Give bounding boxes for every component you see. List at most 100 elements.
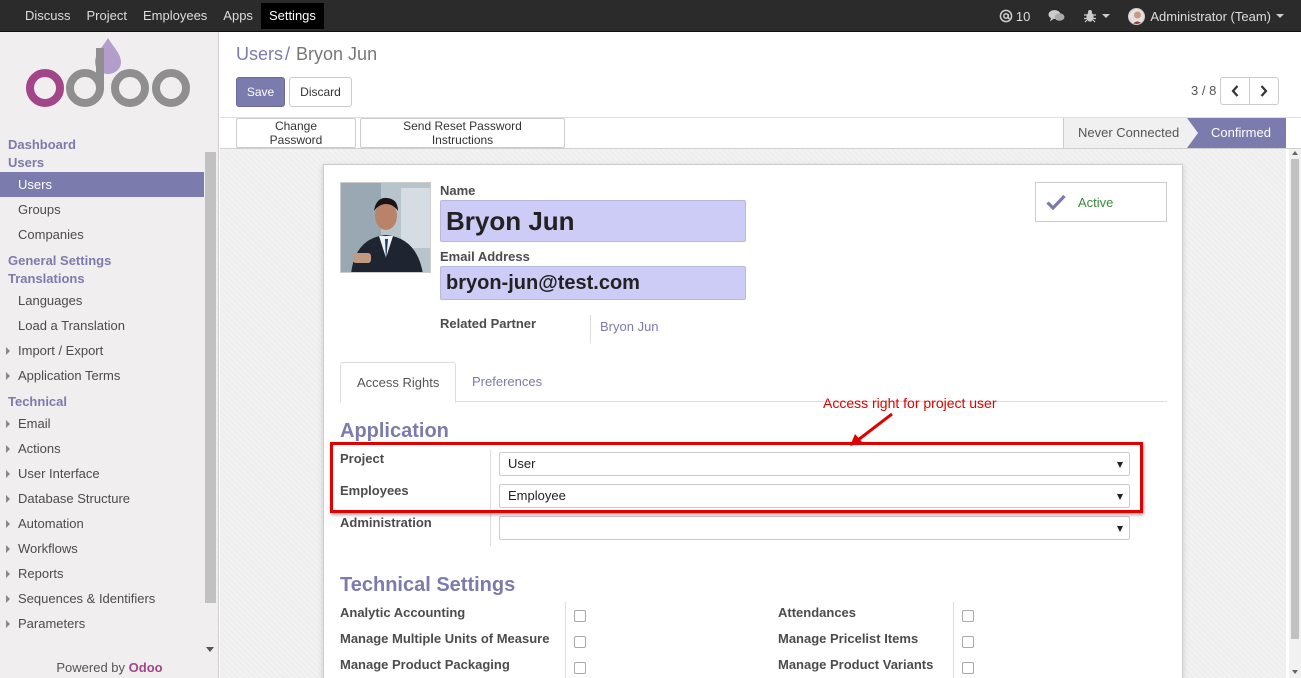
pager-previous-button[interactable] xyxy=(1220,77,1250,105)
product-packaging-label: Manage Product Packaging xyxy=(340,657,510,672)
caret-right-icon xyxy=(6,620,10,628)
chevron-right-icon xyxy=(1260,85,1268,97)
sidebar-item-workflows[interactable]: Workflows xyxy=(0,536,204,561)
sidebar-item-label: User Interface xyxy=(18,466,100,481)
sidebar-item-groups[interactable]: Groups xyxy=(0,197,204,222)
name-field[interactable]: Bryon Jun xyxy=(440,200,746,242)
send-reset-password-button[interactable]: Send Reset Password Instructions xyxy=(360,118,565,148)
email-field[interactable]: bryon-jun@test.com xyxy=(440,266,746,300)
attendances-label: Attendances xyxy=(778,605,857,620)
dropdown-arrow-icon xyxy=(1117,526,1123,532)
mentions-button[interactable]: 10 xyxy=(990,0,1039,32)
breadcrumb: Users / Bryon Jun xyxy=(236,44,377,65)
nav-section-technical[interactable]: Technical xyxy=(0,393,204,411)
chevron-down-icon xyxy=(1102,14,1111,18)
debug-menu[interactable] xyxy=(1074,0,1119,32)
menu-employees[interactable]: Employees xyxy=(135,3,215,29)
powered-by-brand[interactable]: Odoo xyxy=(129,660,163,675)
sidebar-item-email[interactable]: Email xyxy=(0,411,204,436)
menu-settings[interactable]: Settings xyxy=(260,3,324,29)
sidebar-item-languages[interactable]: Languages xyxy=(0,288,204,313)
annotation-highlight-box xyxy=(330,442,1143,513)
menu-apps[interactable]: Apps xyxy=(215,3,261,29)
user-photo[interactable] xyxy=(340,182,431,273)
pricelist-items-checkbox[interactable] xyxy=(962,636,974,648)
sidebar-item-import-export[interactable]: Import / Export xyxy=(0,338,204,363)
caret-right-icon xyxy=(6,495,10,503)
stage-never-connected[interactable]: Never Connected xyxy=(1063,118,1187,148)
breadcrumb-users[interactable]: Users xyxy=(236,44,283,64)
settings-nav: Dashboard Users Users Groups Companies G… xyxy=(0,136,204,636)
at-icon xyxy=(999,9,1013,23)
attendances-checkbox[interactable] xyxy=(962,610,974,622)
change-password-button[interactable]: Change Password xyxy=(236,118,356,148)
analytic-accounting-checkbox[interactable] xyxy=(574,610,586,622)
sidebar-item-users[interactable]: Users xyxy=(0,172,204,197)
caret-right-icon xyxy=(6,570,10,578)
sidebar-item-actions[interactable]: Actions xyxy=(0,436,204,461)
sidebar-item-database-structure[interactable]: Database Structure xyxy=(0,486,204,511)
sidebar-item-parameters[interactable]: Parameters xyxy=(0,611,204,636)
nav-section-general-settings[interactable]: General Settings xyxy=(0,252,204,270)
sidebar-item-label: Actions xyxy=(18,441,61,456)
scrollbar-thumb[interactable] xyxy=(1291,159,1299,639)
sidebar-item-user-interface[interactable]: User Interface xyxy=(0,461,204,486)
sidebar-item-reports[interactable]: Reports xyxy=(0,561,204,586)
menu-discuss[interactable]: Discuss xyxy=(17,3,79,29)
stage-confirmed-label: Confirmed xyxy=(1211,125,1271,140)
product-packaging-checkbox[interactable] xyxy=(574,662,586,674)
powered-by: Powered by Odoo xyxy=(0,660,219,675)
tab-preferences[interactable]: Preferences xyxy=(456,362,558,403)
avatar xyxy=(1128,7,1146,25)
menu-project[interactable]: Project xyxy=(79,3,135,29)
nav-section-translations[interactable]: Translations xyxy=(0,270,204,288)
sidebar-item-label: Reports xyxy=(18,566,64,581)
notebook-tabs: Access Rights Preferences xyxy=(340,362,1167,403)
scroll-down-icon[interactable] xyxy=(206,647,214,652)
sidebar-item-companies[interactable]: Companies xyxy=(0,222,204,247)
active-label: Active xyxy=(1078,194,1114,210)
sidebar-item-sequences[interactable]: Sequences & Identifiers xyxy=(0,586,204,611)
name-label: Name xyxy=(440,183,476,198)
multiple-uom-checkbox[interactable] xyxy=(574,636,586,648)
product-variants-checkbox[interactable] xyxy=(962,662,974,674)
chat-bubbles-icon xyxy=(1048,10,1065,22)
active-toggle-button[interactable]: Active xyxy=(1035,182,1167,222)
mentions-count: 10 xyxy=(1015,8,1031,24)
save-button[interactable]: Save xyxy=(236,77,285,107)
sidebar-item-label: Database Structure xyxy=(18,491,131,506)
discard-button[interactable]: Discard xyxy=(289,77,352,107)
nav-section-dashboard[interactable]: Dashboard xyxy=(0,136,204,154)
caret-right-icon xyxy=(6,372,10,380)
field-separator xyxy=(565,602,566,678)
administration-label: Administration xyxy=(340,515,432,530)
systray: 10 Administrator (Team) xyxy=(990,0,1293,32)
user-menu[interactable]: Administrator (Team) xyxy=(1119,0,1293,32)
sidebar-item-label: Application Terms xyxy=(18,368,121,383)
chevron-left-icon xyxy=(1231,85,1239,97)
sidebar-item-load-translation[interactable]: Load a Translation xyxy=(0,313,204,338)
tab-access-rights[interactable]: Access Rights xyxy=(340,362,457,403)
product-variants-label: Manage Product Variants xyxy=(778,657,934,672)
sidebar-item-label: Sequences & Identifiers xyxy=(18,591,156,606)
nav-section-users[interactable]: Users xyxy=(0,154,204,172)
sidebar-item-automation[interactable]: Automation xyxy=(0,511,204,536)
main-scrollbar[interactable] xyxy=(1289,149,1301,678)
caret-right-icon xyxy=(6,545,10,553)
sidebar-scrollbar[interactable] xyxy=(205,152,216,603)
stage-confirmed[interactable]: Confirmed xyxy=(1187,118,1286,148)
chat-button[interactable] xyxy=(1039,0,1074,32)
sidebar-item-application-terms[interactable]: Application Terms xyxy=(0,363,204,388)
administration-access-select[interactable] xyxy=(499,516,1130,540)
breadcrumb-current: Bryon Jun xyxy=(296,44,378,64)
caret-right-icon xyxy=(6,445,10,453)
related-partner-link[interactable]: Bryon Jun xyxy=(600,319,659,334)
odoo-logo xyxy=(26,38,190,107)
sidebar-item-label: Workflows xyxy=(18,541,78,556)
sidebar-item-label: Groups xyxy=(18,202,61,217)
annotation-text: Access right for project user xyxy=(823,395,997,411)
scroll-up-icon[interactable] xyxy=(1292,151,1298,155)
pager-next-button[interactable] xyxy=(1249,77,1279,105)
scroll-down-icon[interactable] xyxy=(1292,670,1298,674)
powered-by-text: Powered by xyxy=(56,660,126,675)
